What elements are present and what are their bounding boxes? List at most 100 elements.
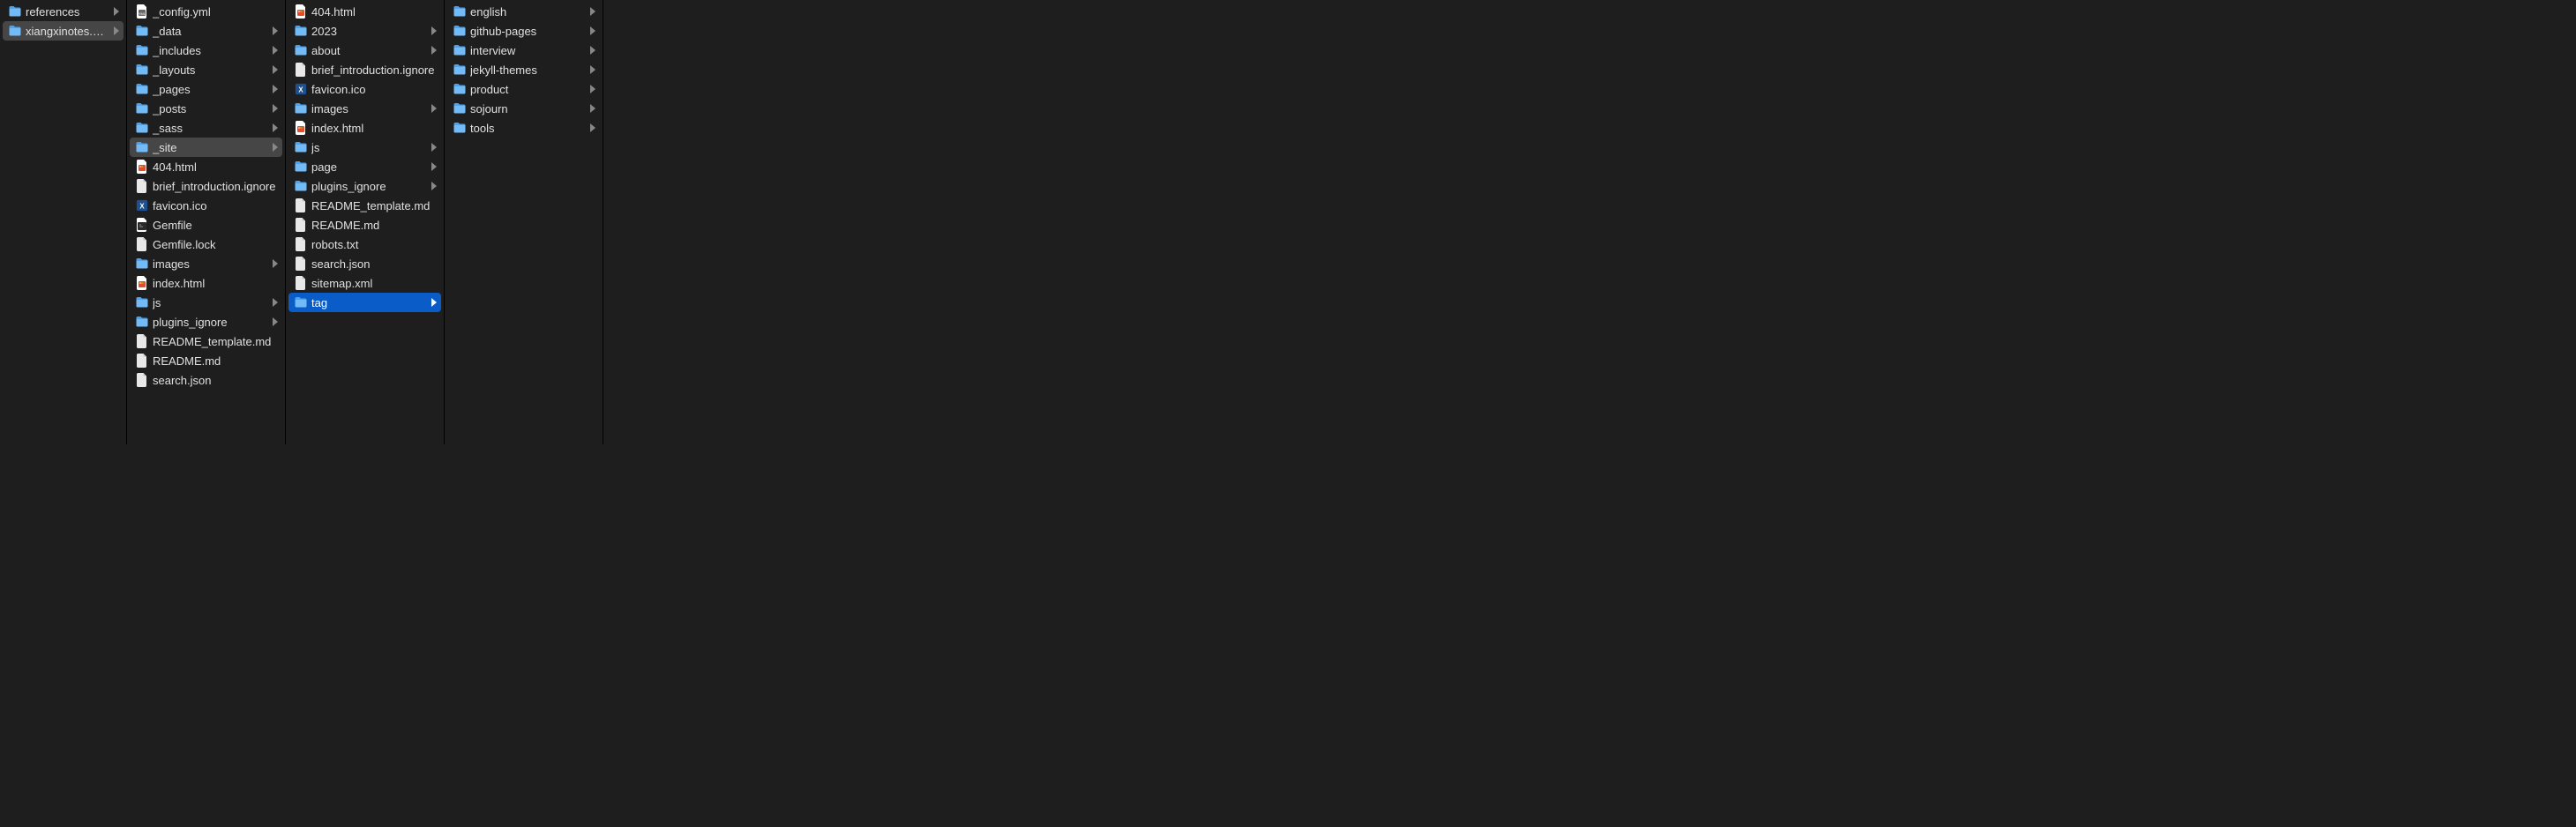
- file-item[interactable]: images: [288, 99, 441, 118]
- file-item[interactable]: _layouts: [130, 60, 282, 79]
- item-label: sojourn: [470, 102, 586, 115]
- file-item[interactable]: YML_config.yml: [130, 2, 282, 21]
- file-icon: X: [294, 82, 308, 96]
- chevron-right-icon: [272, 299, 279, 306]
- chevron-right-icon: [589, 8, 596, 15]
- finder-columns: references xiangxinotes.github.io YML_con…: [0, 0, 1383, 444]
- chevron-right-icon: [431, 105, 438, 112]
- item-label: 2023: [311, 25, 427, 38]
- file-item[interactable]: _includes: [130, 41, 282, 60]
- folder-icon: [453, 43, 467, 57]
- file-icon: [135, 276, 149, 290]
- file-item[interactable]: brief_introduction.ignore: [130, 176, 282, 196]
- file-item[interactable]: plugins_ignore: [288, 176, 441, 196]
- chevron-right-icon: [431, 163, 438, 170]
- svg-text:X: X: [298, 86, 303, 94]
- chevron-right-icon: [589, 66, 596, 73]
- item-label: product: [470, 83, 586, 96]
- file-item[interactable]: js: [288, 138, 441, 157]
- file-item[interactable]: _site: [130, 138, 282, 157]
- file-item[interactable]: github-pages: [447, 21, 600, 41]
- file-item[interactable]: english: [447, 2, 600, 21]
- file-item[interactable]: _data: [130, 21, 282, 41]
- chevron-right-icon: [272, 66, 279, 73]
- file-item[interactable]: search.json: [288, 254, 441, 273]
- chevron-right-icon: [589, 105, 596, 112]
- chevron-right-icon: [113, 8, 120, 15]
- file-item[interactable]: 404.html: [130, 157, 282, 176]
- folder-icon: [135, 295, 149, 309]
- item-label: index.html: [311, 122, 438, 135]
- folder-icon: [135, 315, 149, 329]
- column-empty: [603, 0, 1383, 444]
- folder-icon: [294, 24, 308, 38]
- file-item[interactable]: sitemap.xml: [288, 273, 441, 293]
- folder-icon: [453, 63, 467, 77]
- file-item[interactable]: interview: [447, 41, 600, 60]
- file-item[interactable]: xiangxinotes.github.io: [3, 21, 124, 41]
- item-label: sitemap.xml: [311, 277, 438, 290]
- chevron-right-icon: [431, 27, 438, 34]
- file-item[interactable]: tag: [288, 293, 441, 312]
- item-label: xiangxinotes.github.io: [26, 25, 109, 38]
- file-item[interactable]: jekyll-themes: [447, 60, 600, 79]
- file-item[interactable]: README.md: [288, 215, 441, 235]
- folder-icon: [453, 121, 467, 135]
- svg-text:YML: YML: [139, 11, 146, 16]
- file-item[interactable]: page: [288, 157, 441, 176]
- item-label: Gemfile: [153, 219, 279, 232]
- item-label: tools: [470, 122, 586, 135]
- folder-icon: [294, 140, 308, 154]
- file-icon: [294, 218, 308, 232]
- item-label: 404.html: [153, 160, 279, 174]
- item-label: _site: [153, 141, 268, 154]
- file-item[interactable]: tools: [447, 118, 600, 138]
- file-item[interactable]: README.md: [130, 351, 282, 370]
- file-item[interactable]: about: [288, 41, 441, 60]
- file-item[interactable]: 2023: [288, 21, 441, 41]
- file-item[interactable]: brief_introduction.ignore: [288, 60, 441, 79]
- item-label: plugins_ignore: [153, 316, 268, 329]
- file-item[interactable]: 404.html: [288, 2, 441, 21]
- item-label: README_template.md: [153, 335, 279, 348]
- item-label: README.md: [311, 219, 438, 232]
- folder-icon: [135, 43, 149, 57]
- file-item[interactable]: _sass: [130, 118, 282, 138]
- chevron-right-icon: [431, 47, 438, 54]
- file-item[interactable]: _posts: [130, 99, 282, 118]
- file-item[interactable]: Xfavicon.ico: [130, 196, 282, 215]
- file-icon: [294, 276, 308, 290]
- file-item[interactable]: references: [3, 2, 124, 21]
- item-label: _sass: [153, 122, 268, 135]
- item-label: page: [311, 160, 427, 174]
- file-icon: [135, 373, 149, 387]
- column-1[interactable]: YML_config.yml_data_includes_layouts_pag…: [127, 0, 286, 444]
- item-label: search.json: [311, 257, 438, 271]
- file-item[interactable]: index.html: [288, 118, 441, 138]
- file-item[interactable]: Gemfile.lock: [130, 235, 282, 254]
- file-item[interactable]: README_template.md: [130, 332, 282, 351]
- chevron-right-icon: [589, 47, 596, 54]
- folder-icon: [294, 101, 308, 115]
- file-item[interactable]: search.json: [130, 370, 282, 390]
- file-item[interactable]: product: [447, 79, 600, 99]
- file-item[interactable]: images: [130, 254, 282, 273]
- item-label: interview: [470, 44, 586, 57]
- file-item[interactable]: plugins_ignore: [130, 312, 282, 332]
- column-0[interactable]: references xiangxinotes.github.io: [0, 0, 127, 444]
- file-item[interactable]: index.html: [130, 273, 282, 293]
- item-label: favicon.ico: [153, 199, 279, 212]
- file-item[interactable]: Gemfile: [130, 215, 282, 235]
- chevron-right-icon: [272, 47, 279, 54]
- file-item[interactable]: README_template.md: [288, 196, 441, 215]
- file-item[interactable]: _pages: [130, 79, 282, 99]
- folder-icon: [135, 257, 149, 271]
- file-item[interactable]: js: [130, 293, 282, 312]
- file-item[interactable]: sojourn: [447, 99, 600, 118]
- file-item[interactable]: Xfavicon.ico: [288, 79, 441, 99]
- item-label: favicon.ico: [311, 83, 438, 96]
- column-3[interactable]: english github-pages interview jekyll-theme…: [445, 0, 603, 444]
- item-label: github-pages: [470, 25, 586, 38]
- column-2[interactable]: 404.html 2023 aboutbrief_introduction.igno…: [286, 0, 445, 444]
- file-item[interactable]: robots.txt: [288, 235, 441, 254]
